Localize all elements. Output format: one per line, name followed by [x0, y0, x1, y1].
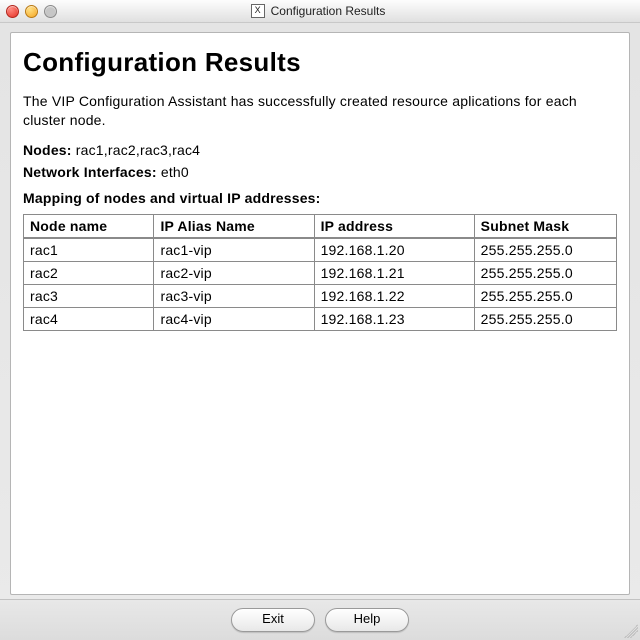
cell-node: rac1 [24, 238, 154, 262]
interfaces-value: eth0 [161, 164, 189, 180]
col-node: Node name [24, 214, 154, 238]
cell-ip: 192.168.1.23 [314, 307, 474, 330]
nodes-line: Nodes: rac1,rac2,rac3,rac4 [23, 142, 617, 158]
table-row: rac1rac1-vip192.168.1.20255.255.255.0 [24, 238, 617, 262]
cell-ip: 192.168.1.20 [314, 238, 474, 262]
window-root: X Configuration Results Configuration Re… [0, 0, 640, 640]
cell-alias: rac2-vip [154, 261, 314, 284]
cell-mask: 255.255.255.0 [474, 307, 616, 330]
cell-node: rac3 [24, 284, 154, 307]
window-title-wrap: X Configuration Results [57, 4, 579, 18]
content-area: Configuration Results The VIP Configurat… [10, 32, 630, 595]
table-row: rac4rac4-vip192.168.1.23255.255.255.0 [24, 307, 617, 330]
description-text: The VIP Configuration Assistant has succ… [23, 92, 617, 130]
cell-node: rac4 [24, 307, 154, 330]
help-button[interactable]: Help [325, 608, 409, 632]
interfaces-line: Network Interfaces: eth0 [23, 164, 617, 180]
interfaces-label: Network Interfaces: [23, 164, 157, 180]
cell-ip: 192.168.1.22 [314, 284, 474, 307]
zoom-icon[interactable] [44, 5, 57, 18]
col-mask: Subnet Mask [474, 214, 616, 238]
mapping-heading: Mapping of nodes and virtual IP addresse… [23, 190, 617, 206]
cell-mask: 255.255.255.0 [474, 261, 616, 284]
minimize-icon[interactable] [25, 5, 38, 18]
cell-ip: 192.168.1.21 [314, 261, 474, 284]
nodes-value: rac1,rac2,rac3,rac4 [76, 142, 200, 158]
close-icon[interactable] [6, 5, 19, 18]
cell-alias: rac3-vip [154, 284, 314, 307]
cell-mask: 255.255.255.0 [474, 284, 616, 307]
table-row: rac2rac2-vip192.168.1.21255.255.255.0 [24, 261, 617, 284]
window-title: Configuration Results [271, 4, 386, 18]
x11-icon: X [251, 4, 265, 18]
resize-grip-icon[interactable] [624, 624, 638, 638]
col-alias: IP Alias Name [154, 214, 314, 238]
cell-alias: rac1-vip [154, 238, 314, 262]
nodes-label: Nodes: [23, 142, 72, 158]
cell-mask: 255.255.255.0 [474, 238, 616, 262]
window-controls [6, 5, 57, 18]
table-row: rac3rac3-vip192.168.1.22255.255.255.0 [24, 284, 617, 307]
cell-node: rac2 [24, 261, 154, 284]
col-ip: IP address [314, 214, 474, 238]
exit-button[interactable]: Exit [231, 608, 315, 632]
cell-alias: rac4-vip [154, 307, 314, 330]
titlebar: X Configuration Results [0, 0, 640, 23]
mapping-table: Node name IP Alias Name IP address Subne… [23, 214, 617, 331]
button-bar: Exit Help [0, 599, 640, 640]
page-title: Configuration Results [23, 47, 617, 78]
table-header-row: Node name IP Alias Name IP address Subne… [24, 214, 617, 238]
